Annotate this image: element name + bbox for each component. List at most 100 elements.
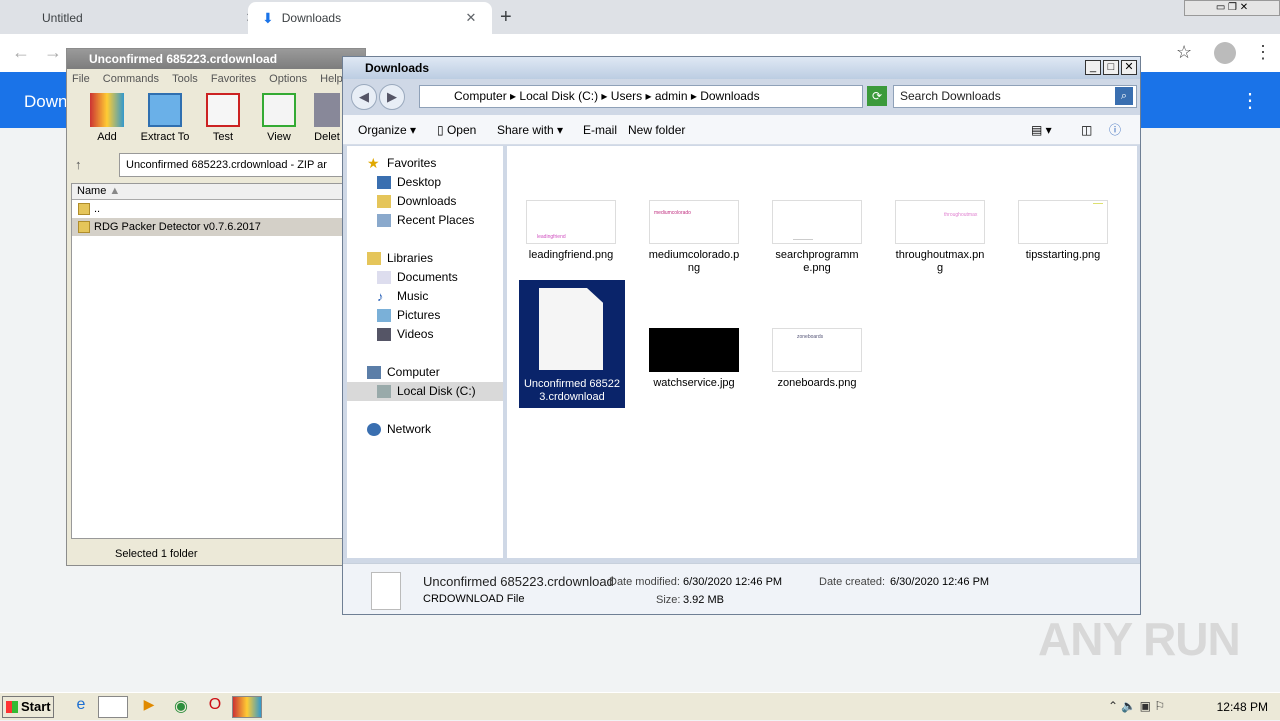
- chrome-icon[interactable]: ◉: [166, 696, 196, 718]
- refresh-icon[interactable]: ⟳: [867, 86, 887, 106]
- organize-button[interactable]: Organize ▾: [358, 115, 416, 145]
- menu-dots-icon[interactable]: ⋮: [1254, 42, 1272, 63]
- file-icon: ▯: [437, 123, 444, 137]
- file-item[interactable]: leadingfriend leadingfriend.png: [525, 200, 617, 262]
- view-button[interactable]: View: [249, 93, 309, 143]
- nav-videos[interactable]: Videos: [377, 325, 433, 344]
- size-value: 3.92 MB: [683, 594, 724, 606]
- menu-help[interactable]: Help: [320, 73, 343, 85]
- window-controls[interactable]: ▭ ❐ ✕: [1184, 0, 1280, 16]
- image-thumbnail: mediumcolorado: [649, 200, 739, 244]
- column-name[interactable]: Name ▲: [72, 184, 366, 200]
- close-button[interactable]: ✕: [1121, 60, 1137, 75]
- file-item-selected[interactable]: Unconfirmed 685223.crdownload: [519, 280, 625, 408]
- tray-icons[interactable]: ⌃ 🔈 ▣ ⚐: [1108, 699, 1165, 713]
- recent-places-icon: [377, 214, 391, 227]
- folder-icon: [148, 93, 182, 127]
- menu-file[interactable]: File: [72, 73, 90, 85]
- breadcrumb[interactable]: Computer ▸ Local Disk (C:) ▸ Users ▸ adm…: [419, 85, 863, 108]
- nav-documents[interactable]: Documents: [377, 268, 458, 287]
- winrar-title: Unconfirmed 685223.crdownload: [67, 49, 365, 69]
- file-item[interactable]: throughoutmax throughoutmax.png: [894, 200, 986, 275]
- back-icon[interactable]: ◀: [351, 84, 377, 110]
- crumb-computer[interactable]: Computer: [454, 89, 507, 103]
- forward-icon[interactable]: →: [44, 42, 62, 63]
- modified-value: 6/30/2020 12:46 PM: [683, 576, 783, 588]
- bookmark-star-icon[interactable]: ☆: [1176, 42, 1192, 63]
- winrar-taskbar-icon[interactable]: [232, 696, 262, 718]
- file-name: leadingfriend.png: [528, 249, 614, 261]
- preview-pane-icon[interactable]: ◫: [1081, 115, 1092, 145]
- tab-downloads[interactable]: ⬇ Downloads ✕: [248, 2, 492, 34]
- search-icon[interactable]: ⌕: [1115, 87, 1133, 105]
- nav-music[interactable]: ♪ Music: [377, 287, 428, 306]
- file-item[interactable]: zoneboards zoneboards.png: [771, 328, 863, 390]
- test-button[interactable]: Test: [193, 93, 253, 143]
- image-thumbnail: leadingfriend: [526, 200, 616, 244]
- up-arrow-icon[interactable]: ↑: [75, 157, 82, 172]
- crumb-users[interactable]: Users: [611, 89, 642, 103]
- file-name: throughoutmax.png: [895, 249, 985, 274]
- created-label: Date created:: [819, 576, 886, 588]
- back-icon[interactable]: ←: [12, 42, 30, 63]
- add-button[interactable]: Add: [77, 93, 137, 143]
- explorer-window: Downloads _ □ ✕ ◀ ▶ Computer ▸ Local Dis…: [342, 56, 1141, 615]
- menu-tools[interactable]: Tools: [172, 73, 198, 85]
- nav-network[interactable]: Network: [367, 420, 431, 439]
- file-icon: [539, 288, 603, 370]
- list-item[interactable]: RDG Packer Detector v0.7.6.2017: [72, 218, 366, 236]
- view-options-icon[interactable]: ▤ ▾: [1031, 115, 1052, 145]
- minimize-button[interactable]: _: [1085, 60, 1101, 75]
- forward-icon[interactable]: ▶: [379, 84, 405, 110]
- command-bar: Organize ▾ ▯ Open Share with ▾ E-mail Ne…: [343, 115, 1140, 145]
- nav-localdisk[interactable]: Local Disk (C:): [347, 382, 503, 401]
- sort-up-icon: ▲: [109, 185, 121, 197]
- file-item[interactable]: mediumcolorado mediumcolorado.png: [648, 200, 740, 275]
- checklist-icon: [206, 93, 240, 127]
- list-item[interactable]: ..: [72, 200, 366, 218]
- nav-downloads[interactable]: Downloads: [377, 192, 456, 211]
- nav-computer[interactable]: Computer: [367, 363, 440, 382]
- nav-desktop[interactable]: Desktop: [377, 173, 441, 192]
- start-button[interactable]: Start: [2, 696, 54, 718]
- close-icon[interactable]: ✕: [464, 10, 478, 26]
- winrar-window: Unconfirmed 685223.crdownload File Comma…: [66, 48, 367, 566]
- search-input[interactable]: Search Downloads: [893, 85, 1137, 108]
- trash-icon: [314, 93, 340, 127]
- share-with-button[interactable]: Share with ▾: [497, 115, 563, 145]
- open-button[interactable]: ▯ Open: [437, 115, 476, 145]
- file-item[interactable]: tipsstarting.png: [1017, 200, 1109, 262]
- navigation-pane: ★ Favorites Desktop Downloads Recent Plac…: [347, 146, 503, 558]
- new-tab-icon[interactable]: +: [500, 6, 512, 29]
- folder-icon: [78, 203, 90, 215]
- status-bar: Selected 1 folder: [115, 548, 198, 560]
- profile-avatar[interactable]: [1214, 42, 1236, 64]
- taskbar: Start e ▶ ◉ O ⌃ 🔈 ▣ ⚐ 12:48 PM: [0, 692, 1280, 720]
- file-item[interactable]: searchprogramme.png: [771, 200, 863, 275]
- menu-commands[interactable]: Commands: [103, 73, 159, 85]
- explorer-taskbar-icon[interactable]: [98, 696, 128, 718]
- extract-to-button[interactable]: Extract To: [135, 93, 195, 143]
- tab-untitled[interactable]: Untitled ✕: [28, 2, 272, 34]
- file-item[interactable]: watchservice.jpg: [648, 328, 740, 390]
- delete-button[interactable]: Delet: [307, 93, 347, 143]
- menu-favorites[interactable]: Favorites: [211, 73, 256, 85]
- help-icon[interactable]: ⓘ: [1109, 115, 1121, 145]
- nav-favorites[interactable]: ★ Favorites: [367, 154, 436, 173]
- crumb-localdisk[interactable]: Local Disk (C:): [519, 89, 598, 103]
- email-button[interactable]: E-mail: [583, 115, 617, 145]
- browser-tabstrip: Untitled ✕ ⬇ Downloads ✕ + ▭ ❐ ✕: [0, 0, 1280, 34]
- menu-options[interactable]: Options: [269, 73, 307, 85]
- windows-logo-icon: [6, 701, 18, 713]
- more-icon[interactable]: ⋮: [1240, 88, 1260, 113]
- ie-icon[interactable]: e: [66, 696, 96, 718]
- crumb-admin[interactable]: admin: [655, 89, 688, 103]
- nav-pictures[interactable]: Pictures: [377, 306, 440, 325]
- new-folder-button[interactable]: New folder: [628, 115, 685, 145]
- opera-icon[interactable]: O: [200, 696, 230, 718]
- crumb-downloads[interactable]: Downloads: [700, 89, 759, 103]
- maximize-button[interactable]: □: [1103, 60, 1119, 75]
- nav-recent[interactable]: Recent Places: [377, 211, 474, 230]
- media-player-icon[interactable]: ▶: [134, 696, 164, 718]
- nav-libraries[interactable]: Libraries: [367, 249, 433, 268]
